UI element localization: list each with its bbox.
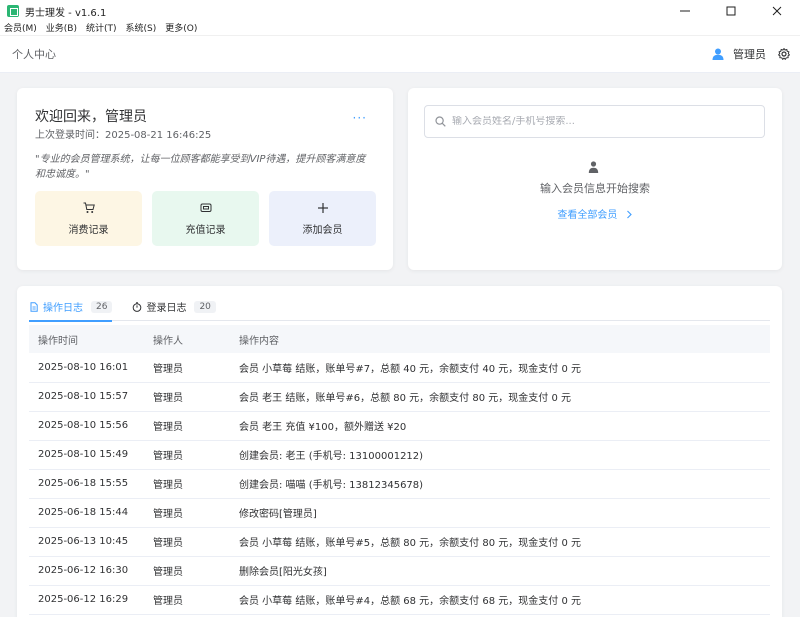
close-button[interactable] <box>754 0 800 22</box>
column-header-content[interactable]: 操作内容 <box>230 325 770 353</box>
cell-content: 会员 小草莓 结账，账单号#7，总额 40 元，余额支付 40 元，现金支付 0… <box>230 353 770 383</box>
close-icon <box>772 6 782 16</box>
plus-icon <box>317 203 328 213</box>
cart-icon <box>83 202 95 213</box>
operation-log-table: 操作时间 操作人 操作内容 2025-08-10 16:01 管理员 会员 小草… <box>29 325 770 615</box>
cell-time: 2025-08-10 15:49 <box>29 440 144 470</box>
window-controls <box>662 0 800 22</box>
member-search-input[interactable] <box>452 116 742 127</box>
breadcrumb: 个人中心 <box>12 48 56 61</box>
cell-time: 2025-06-12 16:30 <box>29 556 144 586</box>
cell-time: 2025-06-18 15:55 <box>29 469 144 499</box>
recharge-records-button[interactable]: 充值记录 <box>152 191 259 246</box>
cell-operator: 管理员 <box>144 556 230 586</box>
recharge-records-label: 充值记录 <box>185 225 226 236</box>
consumption-records-button[interactable]: 消费记录 <box>35 191 142 246</box>
welcome-title: 欢迎回来，管理员 <box>35 109 147 125</box>
cell-operator: 管理员 <box>144 527 230 557</box>
cell-operator: 管理员 <box>144 411 230 441</box>
member-search-card: 输入会员信息开始搜索 查看全部会员 <box>408 88 782 270</box>
top-header: 个人中心 管理员 <box>0 36 800 73</box>
user-area: 管理员 <box>712 46 790 62</box>
logs-card: 操作日志 26 登录日志 20 操作时间 操作人 操作内容 2025-08-10… <box>17 286 782 617</box>
menubar: 会员(M) 业务(B) 统计(T) 系统(S) 更多(O) <box>0 22 800 36</box>
cell-time: 2025-08-10 16:01 <box>29 353 144 383</box>
last-login-time: 上次登录时间：2025-08-21 16:46:25 <box>35 130 212 141</box>
gear-icon[interactable] <box>778 48 790 60</box>
search-icon <box>435 116 446 127</box>
stopwatch-icon <box>133 301 142 312</box>
consumption-records-label: 消费记录 <box>68 225 109 236</box>
menu-statistics[interactable]: 统计(T) <box>86 22 117 36</box>
minimize-button[interactable] <box>662 0 708 22</box>
user-icon <box>712 48 724 60</box>
more-options-button[interactable]: ··· <box>353 112 367 124</box>
app-icon <box>7 5 19 17</box>
view-all-members-label: 查看全部会员 <box>557 210 618 221</box>
welcome-quote: "专业的会员管理系统，让每一位顾客都能享受到VIP待遇，提升顾客满意度和忠诚度。… <box>35 154 366 180</box>
minimize-icon <box>680 10 690 12</box>
cell-time: 2025-08-10 15:57 <box>29 382 144 412</box>
cell-operator: 管理员 <box>144 353 230 383</box>
cell-content: 修改密码[管理员] <box>230 498 770 528</box>
table-row[interactable]: 2025-06-13 10:45 管理员 会员 小草莓 结账，账单号#5，总额 … <box>29 527 770 557</box>
add-member-button[interactable]: 添加会员 <box>269 191 376 246</box>
table-row[interactable]: 2025-08-10 15:56 管理员 会员 老王 充值 ¥100，额外赠送 … <box>29 411 770 441</box>
search-empty-hint: 输入会员信息开始搜索 <box>540 182 650 195</box>
table-row[interactable]: 2025-08-10 16:01 管理员 会员 小草莓 结账，账单号#7，总额 … <box>29 353 770 383</box>
cell-content: 会员 小草莓 结账，账单号#4，总额 68 元，余额支付 68 元，现金支付 0… <box>230 585 770 615</box>
column-header-operator[interactable]: 操作人 <box>144 325 230 353</box>
tab-operation-log-label: 操作日志 <box>43 303 83 314</box>
document-icon <box>30 301 38 312</box>
add-member-label: 添加会员 <box>302 225 343 236</box>
welcome-card: 欢迎回来，管理员 上次登录时间：2025-08-21 16:46:25 ··· … <box>17 88 393 270</box>
table-row[interactable]: 2025-06-12 16:30 管理员 删除会员[阳光女孩] <box>29 556 770 586</box>
person-icon <box>588 161 599 173</box>
cell-content: 删除会员[阳光女孩] <box>230 556 770 586</box>
cell-time: 2025-06-18 15:44 <box>29 498 144 528</box>
table-row[interactable]: 2025-06-12 16:29 管理员 会员 小草莓 结账，账单号#4，总额 … <box>29 585 770 615</box>
table-row[interactable]: 2025-06-18 15:44 管理员 修改密码[管理员] <box>29 498 770 528</box>
table-row[interactable]: 2025-06-18 15:55 管理员 创建会员: 喵喵 (手机号: 1381… <box>29 469 770 499</box>
column-header-time[interactable]: 操作时间 <box>29 325 144 353</box>
menu-member[interactable]: 会员(M) <box>4 22 37 36</box>
table-row[interactable]: 2025-08-10 15:57 管理员 会员 老王 结账，账单号#6，总额 8… <box>29 382 770 412</box>
cell-content: 会员 老王 充值 ¥100，额外赠送 ¥20 <box>230 411 770 441</box>
search-box[interactable] <box>424 105 765 138</box>
menu-more[interactable]: 更多(O) <box>165 22 197 36</box>
tab-login-log-label: 登录日志 <box>146 303 187 314</box>
log-tabs: 操作日志 26 登录日志 20 <box>29 292 770 322</box>
window-title: 男士理发 - v1.6.1 <box>25 7 107 19</box>
tab-operation-log-count: 26 <box>91 300 113 313</box>
tab-login-log-count: 20 <box>194 300 216 313</box>
menu-system[interactable]: 系统(S) <box>126 22 157 36</box>
cell-content: 创建会员: 老王 (手机号: 13100001212) <box>230 440 770 470</box>
cell-content: 会员 小草莓 结账，账单号#5，总额 80 元，余额支付 80 元，现金支付 0… <box>230 527 770 557</box>
cell-operator: 管理员 <box>144 382 230 412</box>
chevron-right-icon <box>626 210 632 219</box>
view-all-members-link[interactable]: 查看全部会员 <box>408 206 782 221</box>
cell-operator: 管理员 <box>144 440 230 470</box>
user-name[interactable]: 管理员 <box>733 46 766 62</box>
cell-time: 2025-06-13 10:45 <box>29 527 144 557</box>
wallet-icon <box>200 203 211 212</box>
cell-time: 2025-08-10 15:56 <box>29 411 144 441</box>
tab-operation-log[interactable]: 操作日志 26 <box>29 292 113 322</box>
cell-operator: 管理员 <box>144 498 230 528</box>
table-header-row: 操作时间 操作人 操作内容 <box>29 325 770 353</box>
cell-time: 2025-06-12 16:29 <box>29 585 144 615</box>
window-titlebar: 男士理发 - v1.6.1 <box>0 0 800 22</box>
maximize-icon <box>726 6 736 16</box>
cell-content: 创建会员: 喵喵 (手机号: 13812345678) <box>230 469 770 499</box>
cell-content: 会员 老王 结账，账单号#6，总额 80 元，余额支付 80 元，现金支付 0 … <box>230 382 770 412</box>
cell-operator: 管理员 <box>144 585 230 615</box>
tab-login-log[interactable]: 登录日志 20 <box>132 292 216 321</box>
menu-business[interactable]: 业务(B) <box>46 22 77 36</box>
maximize-button[interactable] <box>708 0 754 22</box>
table-row[interactable]: 2025-08-10 15:49 管理员 创建会员: 老王 (手机号: 1310… <box>29 440 770 470</box>
cell-operator: 管理员 <box>144 469 230 499</box>
